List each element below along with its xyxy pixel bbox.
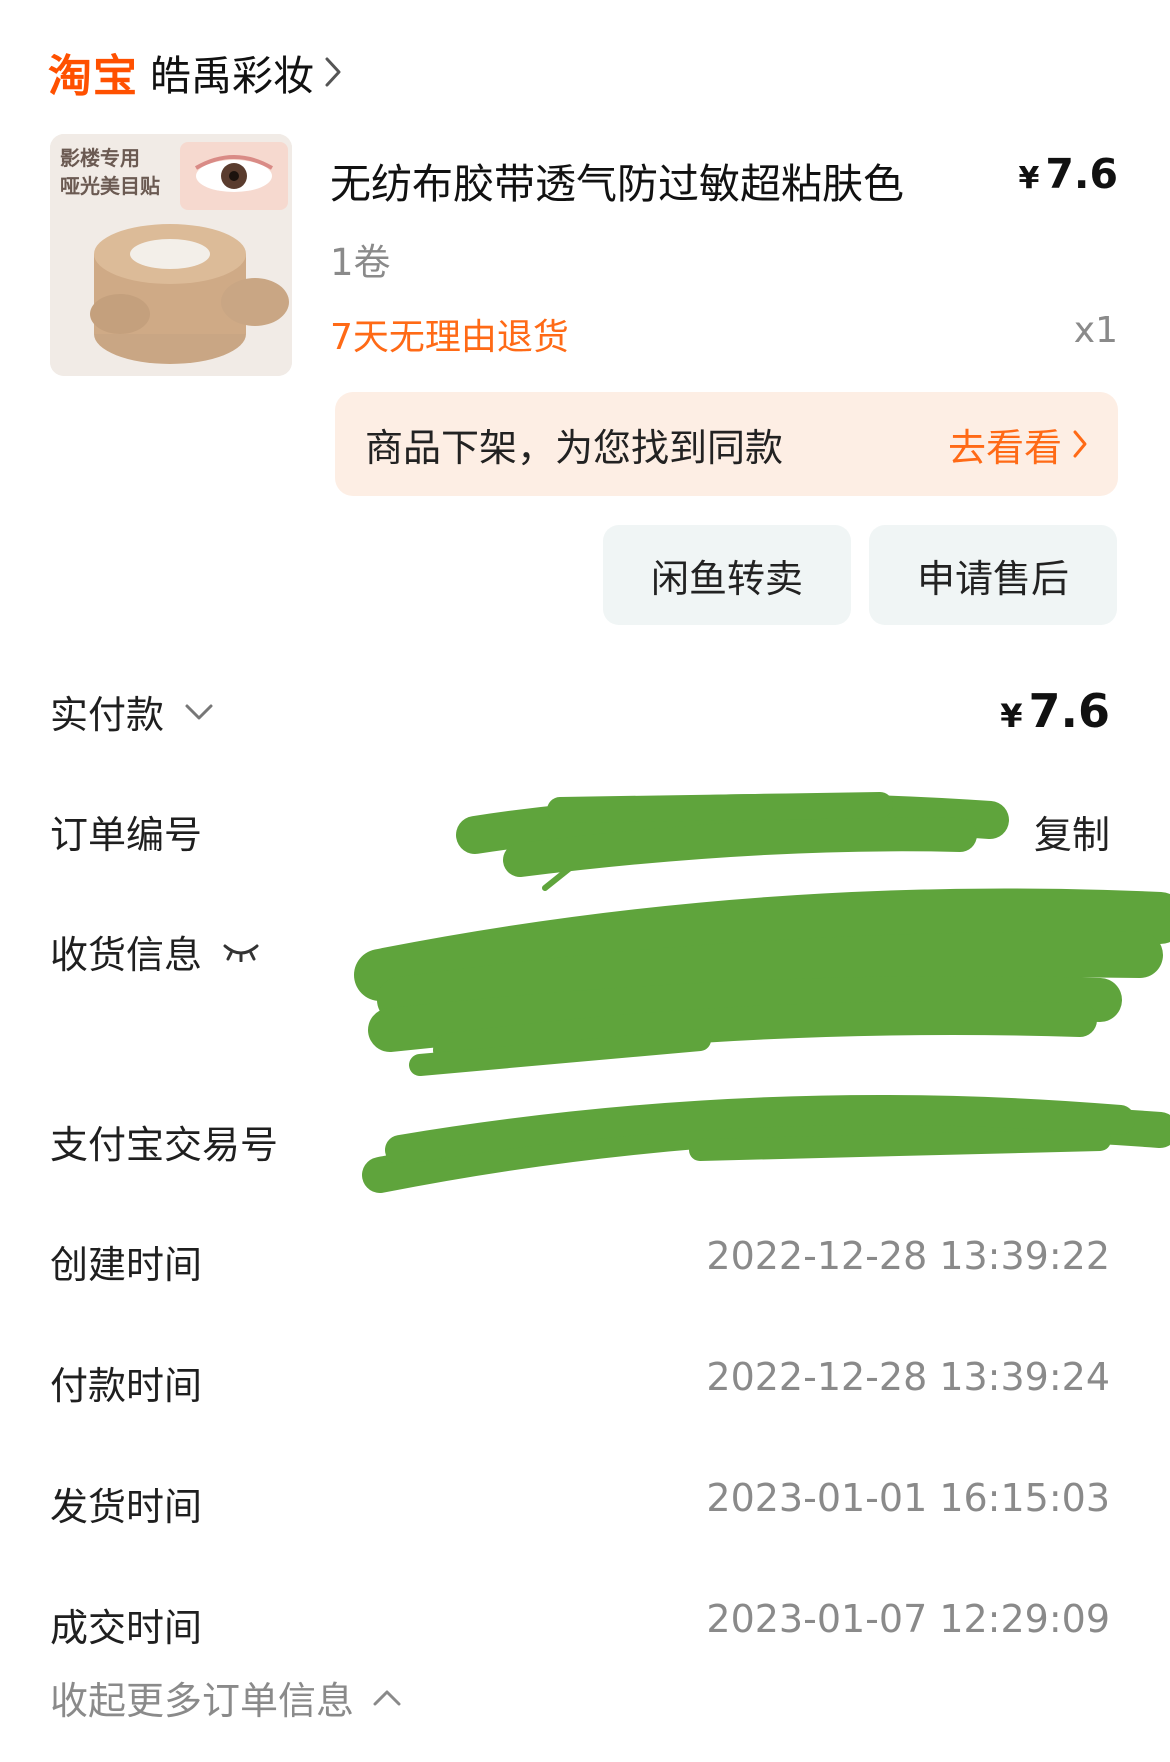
shipped-time-value: 2023-01-01 16:15:03 (706, 1476, 1110, 1520)
order-detail-page: 淘宝 皓禹彩妆 影楼专用 哑光美目贴 无纺布胶带透气防过敏超粘肤色 ¥ 7.6 … (0, 0, 1170, 1762)
after-sale-button[interactable]: 申请售后 (869, 525, 1117, 625)
paid-time-value: 2022-12-28 13:39:24 (706, 1355, 1110, 1399)
taobao-logo: 淘宝 (48, 51, 138, 102)
return-policy: 7天无理由退货 (330, 317, 569, 358)
price-value: 7.6 (1045, 150, 1118, 198)
eye-closed-icon[interactable] (222, 942, 260, 962)
product-quantity: x1 (1073, 310, 1118, 351)
chevron-down-icon (185, 704, 213, 719)
shipping-label: 收货信息 (50, 933, 203, 977)
shipped-time-label: 发货时间 (50, 1485, 203, 1529)
paid-amount: ¥7.6 (1000, 684, 1110, 738)
paid-label: 实付款 (50, 693, 165, 737)
paid-symbol: ¥ (1000, 697, 1023, 735)
shop-header[interactable]: 淘宝 皓禹彩妆 (48, 42, 342, 102)
product-price: ¥7.6 (1018, 150, 1118, 198)
shop-name[interactable]: 皓禹彩妆 (150, 42, 314, 102)
see-similar-label: 去看看 (947, 425, 1062, 470)
product-thumbnail[interactable]: 影楼专用 哑光美目贴 (50, 134, 292, 376)
completed-time-value: 2023-01-07 12:29:09 (706, 1597, 1110, 1641)
see-similar-link[interactable]: 去看看 (948, 417, 1088, 472)
product-spec: 1卷 (330, 241, 391, 284)
price-symbol: ¥ (1018, 161, 1040, 196)
collapse-order-info-link[interactable]: 收起更多订单信息 (50, 1670, 402, 1725)
delisted-banner[interactable]: 商品下架，为您找到同款 去看看 (335, 392, 1118, 496)
collapse-label: 收起更多订单信息 (50, 1679, 355, 1723)
order-number-label: 订单编号 (50, 813, 203, 857)
paid-time-label: 付款时间 (50, 1364, 203, 1408)
created-time-label: 创建时间 (50, 1243, 203, 1287)
created-time-value: 2022-12-28 13:39:22 (706, 1234, 1110, 1278)
xianyu-resell-button[interactable]: 闲鱼转卖 (603, 525, 851, 625)
copy-button[interactable]: 复制 (1034, 804, 1110, 859)
thumbnail-text-2: 哑光美目贴 (60, 174, 160, 198)
alipay-trade-label: 支付宝交易号 (50, 1123, 279, 1167)
completed-time-label: 成交时间 (50, 1606, 203, 1650)
banner-text: 商品下架，为您找到同款 (365, 425, 784, 470)
thumbnail-text-1: 影楼专用 (60, 146, 140, 170)
product-title[interactable]: 无纺布胶带透气防过敏超粘肤色 (330, 150, 904, 210)
chevron-up-icon (373, 1690, 401, 1705)
chevron-right-icon (1073, 430, 1087, 458)
paid-value: 7.6 (1028, 684, 1111, 738)
paid-amount-toggle[interactable]: 实付款 (50, 684, 214, 739)
chevron-right-icon[interactable] (324, 56, 342, 88)
shipping-info-row: 收货信息 (50, 924, 260, 979)
